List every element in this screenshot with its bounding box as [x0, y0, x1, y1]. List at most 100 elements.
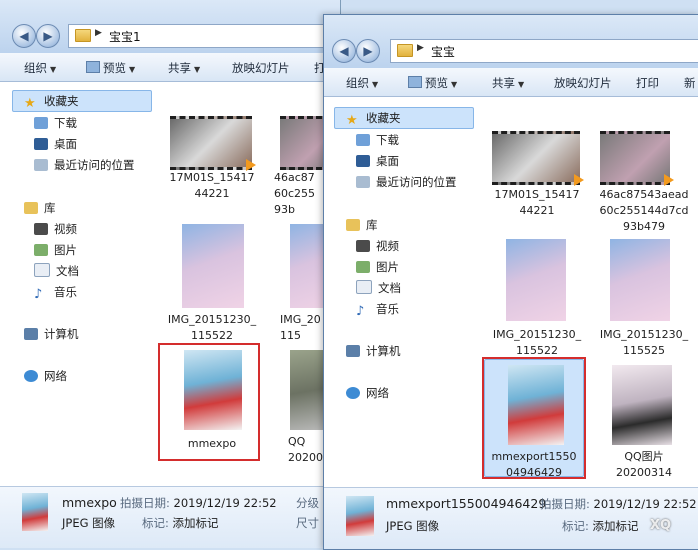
detail-size-label: 尺寸 [296, 516, 319, 530]
preview-button[interactable]: 预览 ▼ [86, 60, 135, 76]
title-bar: ◀ ▶ ▶ 宝宝1 [0, 0, 340, 53]
navigation-pane: ★ 收藏夹 下载 桌面 最近访问的位置 库 视频 图片 文档 ♪ 音乐 计算机 网络 [324, 97, 476, 488]
nav-computer[interactable]: 计算机 [346, 343, 401, 359]
file-name[interactable]: IMG_20151230_ 115522 [484, 327, 590, 359]
network-icon [346, 387, 360, 399]
breadcrumb[interactable]: 宝宝1 [109, 28, 141, 45]
nav-documents[interactable]: 文档 [34, 263, 79, 279]
play-icon [574, 174, 584, 186]
explorer-window-back[interactable]: ◀ ▶ ▶ 宝宝1 组织 ▼ 预览 ▼ 共享 ▼ 放映幻灯片 打 ★ 收藏夹 下载 桌面… [0, 0, 341, 548]
detail-filename: mmexpo [62, 495, 117, 510]
nav-recent-places[interactable]: 最近访问的位置 [356, 174, 457, 190]
video-thumbnail[interactable] [170, 116, 256, 171]
watermark: XQ [650, 518, 672, 533]
forward-icon[interactable]: ▶ [36, 24, 60, 48]
slideshow-button[interactable]: 放映幻灯片 [554, 75, 612, 91]
explorer-window-front[interactable]: ◀ ▶ ▶ 宝宝 组织 ▼ 预览 ▼ 共享 ▼ 放映幻灯片 打印 新 ★ 收藏夹 下载 … [323, 14, 698, 550]
star-icon: ★ [24, 96, 36, 111]
organize-button[interactable]: 组织 ▼ [346, 75, 378, 91]
desktop-icon [34, 138, 48, 150]
library-icon [346, 219, 360, 231]
preview-button[interactable]: 预览 ▼ [408, 75, 457, 91]
nav-videos[interactable]: 视频 [34, 221, 77, 237]
download-folder-icon [356, 134, 370, 146]
nav-libraries[interactable]: 库 [24, 200, 56, 216]
nav-documents[interactable]: 文档 [356, 280, 401, 296]
library-icon [24, 202, 38, 214]
video-library-icon [356, 240, 370, 252]
photo-thumbnail[interactable] [508, 365, 564, 445]
photo-thumbnail[interactable] [506, 239, 566, 321]
new-folder-button[interactable]: 新 [684, 75, 696, 91]
address-bar[interactable]: ▶ 宝宝 [390, 39, 698, 63]
file-name[interactable]: 46ac87543aead 60c255144d7cd 93b479 [592, 187, 696, 235]
photo-thumbnail[interactable] [612, 365, 672, 445]
nav-desktop[interactable]: 桌面 [356, 153, 399, 169]
detail-tag-row[interactable]: 标记: 添加标记 [142, 515, 219, 531]
file-name[interactable]: 17M01S_15417 44221 [162, 170, 262, 202]
print-button[interactable]: 打印 [636, 75, 659, 91]
file-name[interactable]: QQ图片 20200314 [592, 449, 696, 481]
picture-library-icon [356, 261, 370, 273]
preview-thumbnail [22, 493, 48, 531]
file-name[interactable]: mmexpo [162, 436, 262, 452]
nav-music[interactable]: ♪ 音乐 [34, 284, 77, 302]
detail-date-row: 拍摄日期: 2019/12/19 22:52 [120, 496, 277, 510]
file-name[interactable]: 17M01S_15417 44221 [484, 187, 590, 219]
nav-desktop[interactable]: 桌面 [34, 136, 77, 152]
music-note-icon: ♪ [356, 304, 365, 319]
back-icon[interactable]: ◀ [12, 24, 36, 48]
details-pane: mmexport155004946429 JPEG 图像 拍摄日期: 2019/… [324, 487, 698, 549]
title-bar: ◀ ▶ ▶ 宝宝 [324, 15, 698, 68]
picture-library-icon [34, 244, 48, 256]
nav-downloads[interactable]: 下载 [34, 115, 77, 131]
file-list: 17M01S_15417 44221 46ac87543aead 60c2551… [476, 97, 698, 488]
command-bar: 组织 ▼ 预览 ▼ 共享 ▼ 放映幻灯片 打印 新 [324, 68, 698, 97]
nav-music[interactable]: ♪ 音乐 [356, 301, 399, 319]
file-name[interactable]: IMG_20151230_ 115525 [592, 327, 696, 359]
preview-icon [408, 76, 422, 88]
photo-thumbnail[interactable] [610, 239, 670, 321]
back-icon[interactable]: ◀ [332, 39, 356, 63]
nav-videos[interactable]: 视频 [356, 238, 399, 254]
photo-thumbnail[interactable] [184, 350, 242, 430]
video-library-icon [34, 223, 48, 235]
nav-computer[interactable]: 计算机 [24, 326, 79, 342]
share-button[interactable]: 共享 ▼ [492, 75, 524, 91]
chevron-right-icon[interactable]: ▶ [95, 28, 102, 38]
nav-recent-places[interactable]: 最近访问的位置 [34, 157, 135, 173]
video-thumbnail[interactable] [492, 131, 584, 186]
document-library-icon [34, 263, 50, 277]
download-folder-icon [34, 117, 48, 129]
preview-thumbnail [346, 496, 374, 536]
nav-network[interactable]: 网络 [346, 385, 389, 401]
star-icon: ★ [346, 113, 358, 128]
detail-tag-row[interactable]: 标记: 添加标记 [562, 518, 639, 534]
nav-pictures[interactable]: 图片 [34, 242, 77, 258]
details-pane: mmexpo JPEG 图像 拍摄日期: 2019/12/19 22:52 标记… [0, 486, 340, 548]
recent-places-icon [356, 176, 370, 188]
chevron-right-icon[interactable]: ▶ [417, 43, 424, 53]
music-note-icon: ♪ [34, 287, 43, 302]
nav-favorites[interactable]: ★ 收藏夹 [24, 93, 79, 111]
photo-thumbnail[interactable] [182, 224, 244, 308]
nav-libraries[interactable]: 库 [346, 217, 378, 233]
slideshow-button[interactable]: 放映幻灯片 [232, 60, 290, 76]
nav-favorites[interactable]: ★ 收藏夹 [346, 110, 401, 128]
breadcrumb[interactable]: 宝宝 [431, 43, 455, 60]
computer-icon [24, 328, 38, 340]
organize-button[interactable]: 组织 ▼ [24, 60, 56, 76]
command-bar: 组织 ▼ 预览 ▼ 共享 ▼ 放映幻灯片 打 [0, 53, 340, 82]
detail-type: JPEG 图像 [386, 519, 440, 533]
forward-icon[interactable]: ▶ [356, 39, 380, 63]
file-name[interactable]: IMG_20151230_ 115522 [162, 312, 262, 344]
nav-pictures[interactable]: 图片 [356, 259, 399, 275]
folder-icon [397, 44, 413, 57]
address-bar[interactable]: ▶ 宝宝1 [68, 24, 340, 48]
nav-downloads[interactable]: 下载 [356, 132, 399, 148]
share-button[interactable]: 共享 ▼ [168, 60, 200, 76]
file-name[interactable]: mmexport1550 04946429 [484, 449, 584, 481]
folder-icon [75, 29, 91, 42]
nav-network[interactable]: 网络 [24, 368, 67, 384]
video-thumbnail[interactable] [600, 131, 674, 186]
